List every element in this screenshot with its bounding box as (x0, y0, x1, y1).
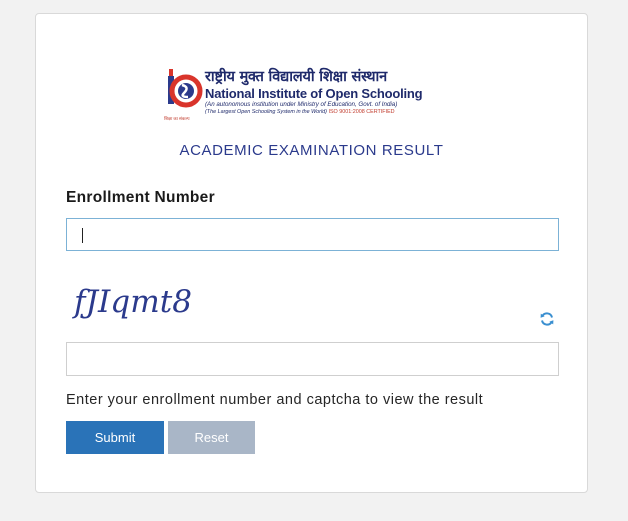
enrollment-input[interactable] (66, 218, 559, 251)
instruction-text: Enter your enrollment number and captcha… (66, 392, 484, 408)
logo-hindi-name: राष्ट्रीय मुक्त विद्यालयी शिक्षा संस्थान (205, 69, 387, 85)
logo-english-name: National Institute of Open Schooling (205, 86, 423, 101)
nios-logo: राष्ट्रीय मुक्त विद्यालयी शिक्षा संस्थान… (164, 64, 456, 122)
reset-button[interactable]: Reset (168, 421, 255, 454)
logo-certification: ISO 9001:2008 CERTIFIED (328, 109, 395, 115)
logo-tagline: (The Largest Open Schooling System in th… (205, 109, 327, 115)
refresh-icon[interactable] (539, 311, 555, 327)
captcha-image: fJIqmt8 (72, 284, 192, 320)
captcha-input[interactable] (66, 342, 559, 376)
nios-emblem-icon (168, 69, 203, 108)
text-cursor (82, 228, 83, 243)
logo-subtitle: (An autonomous institution under Ministr… (205, 101, 398, 108)
submit-button[interactable]: Submit (66, 421, 164, 454)
result-card: राष्ट्रीय मुक्त विद्यालयी शिक्षा संस्थान… (35, 13, 588, 493)
captcha-text: fJIqmt8 (72, 284, 192, 320)
logo-tagline-row: (The Largest Open Schooling System in th… (205, 109, 395, 115)
logo-emblem-caption: शिक्षा का संकल्प (164, 116, 190, 121)
page-title: ACADEMIC EXAMINATION RESULT (179, 142, 444, 159)
enrollment-label: Enrollment Number (66, 189, 215, 206)
